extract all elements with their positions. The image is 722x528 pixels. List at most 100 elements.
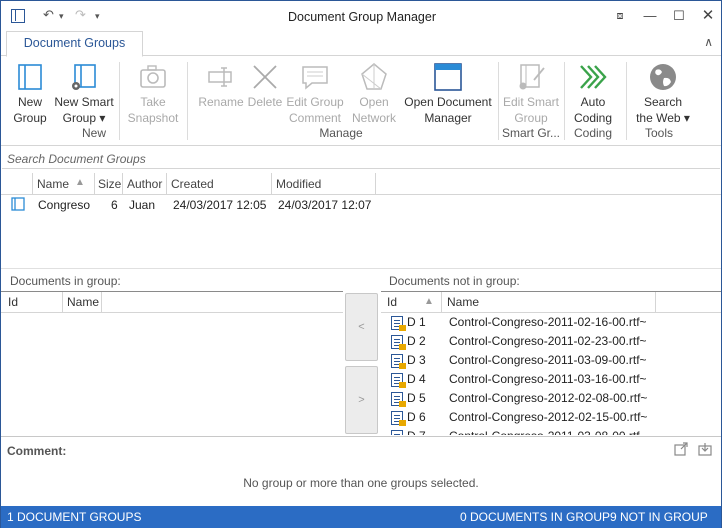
pin-window-icon[interactable]: ⧈ <box>609 5 631 27</box>
new-group-button[interactable]: New Group <box>6 60 54 126</box>
open-network-label-2: Network <box>351 110 396 125</box>
list-item[interactable]: D 2 Control-Congreso-2011-02-23-00.rtf~ <box>383 332 658 351</box>
delete-label: Delete <box>247 95 283 109</box>
open-document-manager-button[interactable]: Open Document Manager <box>402 60 494 126</box>
auto-coding-button[interactable]: Auto Coding <box>567 60 619 126</box>
in-group-column-name[interactable]: Name <box>67 292 99 312</box>
auto-coding-icon <box>578 62 608 92</box>
list-item[interactable]: D 1 Control-Congreso-2011-02-16-00.rtf~ <box>383 313 658 332</box>
take-snapshot-button[interactable]: Take Snapshot <box>123 60 183 126</box>
documents-not-in-group-list: D 1 Control-Congreso-2011-02-16-00.rtf~ D… <box>381 313 721 435</box>
rtf-document-icon <box>391 335 406 350</box>
doc-id: D 5 <box>407 391 426 405</box>
pane-divider <box>1 268 721 269</box>
column-header-author[interactable]: Author <box>127 173 162 195</box>
new-smart-group-icon <box>69 62 99 92</box>
column-separator <box>101 292 102 312</box>
new-smart-group-button[interactable]: New Smart Group ▾ <box>53 60 115 126</box>
edit-group-comment-button[interactable]: Edit Group Comment <box>285 60 345 126</box>
document-group-manager-window: ↶ ▾ ↷ ▾ Document Group Manager ⧈ — ☐ ✕ D… <box>0 0 722 528</box>
delete-button[interactable]: Delete <box>245 60 285 111</box>
comment-icon <box>300 62 330 92</box>
ribbon-separator <box>119 62 120 140</box>
search-the-web-button[interactable]: Search the Web ▾ <box>631 60 695 126</box>
list-item[interactable]: D 4 Control-Congreso-2011-03-16-00.rtf~ <box>383 370 658 389</box>
column-separator <box>655 292 656 312</box>
globe-icon <box>648 62 678 92</box>
open-network-button[interactable]: Open Network <box>347 60 401 126</box>
sort-ascending-icon: ▲ <box>424 296 434 307</box>
new-smart-group-label-2: Group ▾ <box>62 110 106 125</box>
column-header-size[interactable]: Size <box>98 173 121 195</box>
open-document-manager-label-1: Open Document <box>404 95 492 109</box>
documents-in-group-list[interactable] <box>1 313 343 435</box>
list-item[interactable]: D 5 Control-Congreso-2012-02-08-00.rtf~ <box>383 389 658 408</box>
ribbon-separator <box>626 62 627 140</box>
in-group-column-id[interactable]: Id <box>8 292 18 312</box>
comment-label: Comment: <box>7 444 67 458</box>
camera-icon <box>138 62 168 92</box>
tab-document-groups[interactable]: Document Groups <box>6 31 143 57</box>
rtf-document-icon <box>391 373 406 388</box>
minimize-button[interactable]: — <box>639 5 661 27</box>
edit-smart-group-label-1: Edit Smart <box>502 95 559 109</box>
not-in-group-column-name[interactable]: Name <box>447 292 479 312</box>
comment-message: No group or more than one groups selecte… <box>243 476 479 490</box>
new-group-label-1: New <box>17 95 42 109</box>
column-separator <box>62 292 63 312</box>
rename-label: Rename <box>198 95 244 109</box>
search-the-web-label-2: the Web ▾ <box>636 110 690 125</box>
rename-button[interactable]: Rename <box>197 60 245 111</box>
not-in-group-column-id[interactable]: Id <box>387 292 397 312</box>
list-item[interactable]: D 7 Control-Congreso-2011-03-08-00.rtf~ <box>383 427 658 435</box>
maximize-button[interactable]: ☐ <box>668 5 690 27</box>
edit-smart-group-label-2: Group <box>514 110 548 125</box>
status-group-count: 1 DOCUMENT GROUPS <box>7 510 142 524</box>
rename-icon <box>206 62 236 92</box>
group-modified-cell: 24/03/2017 12:07 <box>278 198 372 212</box>
header-divider <box>1 194 721 195</box>
group-label-smart-groups: Smart Gr... <box>501 126 560 140</box>
edit-smart-group-button[interactable]: Edit Smart Group <box>501 60 561 126</box>
column-separator <box>32 173 33 195</box>
header-top-line <box>1 291 343 292</box>
column-header-modified[interactable]: Modified <box>276 173 321 195</box>
edit-group-comment-label-1: Edit Group <box>286 95 344 109</box>
remove-from-group-button[interactable]: > <box>345 366 378 434</box>
ribbon-separator <box>187 62 188 140</box>
doc-id: D 2 <box>407 334 426 348</box>
open-editor-icon[interactable] <box>674 442 688 459</box>
column-separator <box>122 173 123 195</box>
collapse-ribbon-icon[interactable]: ∧ <box>704 35 713 49</box>
delete-icon <box>250 62 280 92</box>
new-group-label-2: Group <box>13 110 47 125</box>
ribbon: New Group New Smart Group ▾ New Take Sna… <box>1 56 721 146</box>
list-item[interactable]: D 6 Control-Congreso-2012-02-15-00.rtf~ <box>383 408 658 427</box>
auto-coding-label-2: Coding <box>573 110 613 125</box>
doc-id: D 3 <box>407 353 426 367</box>
doc-name: Control-Congreso-2012-02-15-00.rtf~ <box>449 410 648 424</box>
column-separator <box>375 173 376 195</box>
ribbon-separator <box>564 62 565 140</box>
doc-id: D 6 <box>407 410 426 424</box>
status-documents-in-group: 0 DOCUMENTS IN GROUP <box>460 510 611 524</box>
edit-smart-group-icon <box>516 62 546 92</box>
list-item[interactable]: D 3 Control-Congreso-2011-03-09-00.rtf~ <box>383 351 658 370</box>
edit-group-comment-label-2: Comment <box>288 110 341 125</box>
header-top-line <box>381 291 721 292</box>
doc-name: Control-Congreso-2011-03-08-00.rtf~ <box>449 427 647 435</box>
column-header-created[interactable]: Created <box>171 173 214 195</box>
doc-id: D 4 <box>407 372 426 386</box>
add-to-group-button[interactable]: < <box>345 293 378 361</box>
column-header-name[interactable]: Name <box>37 173 69 195</box>
close-button[interactable]: ✕ <box>697 5 719 27</box>
documents-in-group-label: Documents in group: <box>10 274 121 288</box>
doc-id: D 7 <box>407 427 426 435</box>
group-size-cell: 6 <box>111 198 118 212</box>
doc-id: D 1 <box>407 315 426 329</box>
group-label-tools: Tools <box>644 126 673 140</box>
save-comment-icon[interactable] <box>698 442 712 459</box>
column-separator <box>441 292 442 312</box>
search-input[interactable]: Search Document Groups <box>2 147 720 169</box>
doc-name: Control-Congreso-2011-03-09-00.rtf~ <box>449 353 647 367</box>
